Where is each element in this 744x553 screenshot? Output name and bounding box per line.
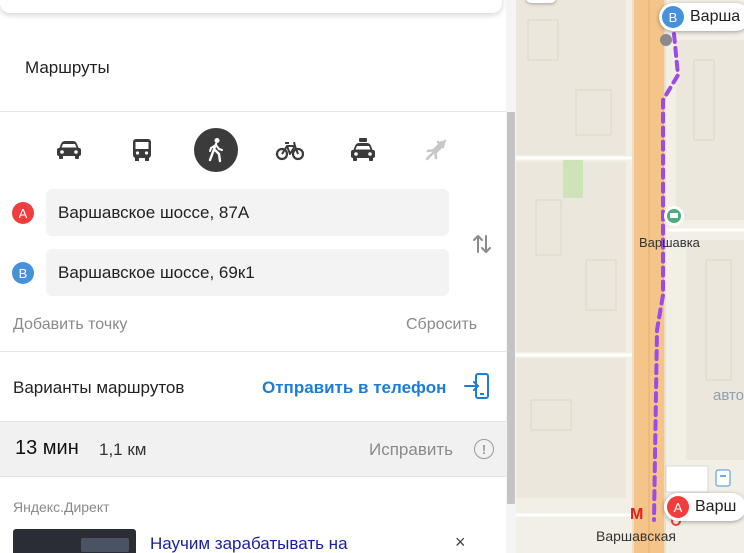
divider [0, 351, 506, 352]
divider [0, 111, 506, 112]
park-area [563, 160, 583, 198]
point-a-badge: A [12, 202, 34, 224]
mode-car-button[interactable] [47, 128, 91, 172]
pin-a-badge: A [667, 496, 689, 518]
close-ad-button[interactable]: × [455, 532, 466, 553]
ad-source-label: Яндекс.Директ [13, 499, 110, 515]
pin-b-badge: B [662, 6, 684, 28]
route-option-row[interactable]: 13 мин 1,1 км Исправить ! [0, 421, 506, 477]
ad-title-link[interactable]: Научим зарабатывать на [150, 534, 348, 553]
pin-b-label: Варша [690, 8, 741, 25]
send-to-phone-icon[interactable] [462, 371, 492, 406]
taxi-icon [351, 138, 375, 161]
car-icon [57, 141, 81, 159]
report-error-link[interactable]: Исправить [369, 440, 453, 460]
mode-bike-button[interactable] [268, 128, 312, 172]
panel-title: Маршруты [25, 58, 110, 77]
mode-walk-button[interactable] [194, 128, 238, 172]
map-control-button[interactable] [526, 0, 556, 3]
bicycle-icon [275, 141, 305, 161]
swap-points-button[interactable] [469, 231, 495, 257]
mode-bus-button[interactable] [120, 128, 164, 172]
routes-panel: Маршруты A Варшавское шоссе, 87А B Варша… [0, 0, 516, 553]
map-view[interactable]: Варшавка авто М Варшавская B Варша A Вар… [516, 0, 744, 553]
bus-icon [133, 139, 151, 161]
map-pin-b[interactable]: B Варша [659, 3, 744, 31]
map-pin-a[interactable]: A Варш [664, 493, 744, 521]
map-label-partial: авто [713, 387, 744, 404]
route-time: 13 мин [15, 437, 79, 459]
ad-thumbnail[interactable] [13, 529, 136, 553]
swap-arrows-icon [473, 235, 491, 253]
info-icon[interactable]: ! [474, 439, 494, 459]
transport-modes [0, 124, 506, 176]
map-canvas [516, 0, 744, 553]
search-card[interactable] [0, 0, 502, 13]
send-to-phone-link[interactable]: Отправить в телефон [262, 378, 446, 398]
pin-a-label: Варш [695, 498, 737, 515]
point-b-input[interactable]: Варшавское шоссе, 69к1 [46, 249, 449, 296]
point-a-input[interactable]: Варшавское шоссе, 87А [46, 189, 449, 236]
mode-taxi-button[interactable] [341, 128, 385, 172]
walking-person-icon [208, 138, 223, 163]
point-b-badge: B [12, 262, 34, 284]
mode-plane-button[interactable] [414, 128, 458, 172]
metro-station-label[interactable]: Варшавская [596, 528, 676, 544]
scrollbar-thumb[interactable] [507, 112, 515, 504]
metro-icon[interactable]: М [630, 506, 643, 524]
add-point-link[interactable]: Добавить точку [13, 316, 127, 334]
station-label-varshavka[interactable]: Варшавка [639, 235, 700, 250]
reset-link[interactable]: Сбросить [406, 316, 477, 334]
route-variants-label: Варианты маршрутов [13, 378, 185, 397]
route-distance: 1,1 км [99, 440, 147, 459]
plane-icon [425, 139, 447, 161]
